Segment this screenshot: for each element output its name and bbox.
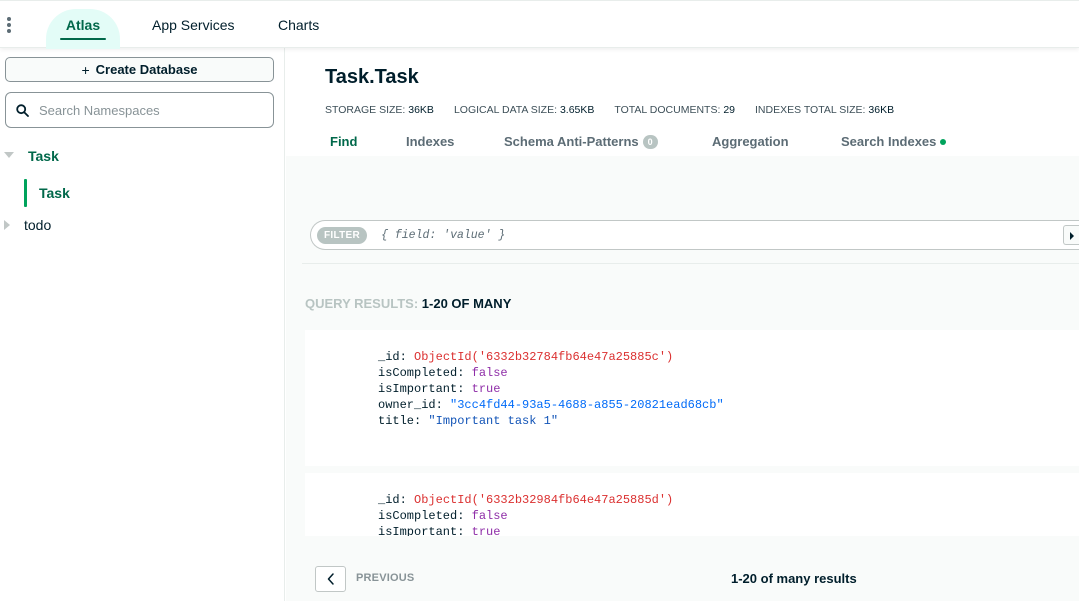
sidebar-collection-label: Task	[39, 185, 70, 201]
field-key: title:	[378, 414, 429, 428]
search-namespaces-input[interactable]	[39, 102, 259, 118]
field-key: _id:	[378, 350, 415, 364]
field-value: true	[471, 525, 501, 536]
field-value: ObjectId('6332b32784fb64e47a25885c')	[414, 350, 674, 364]
sidebar-db-label: Task	[28, 148, 59, 164]
stat-total-documents: TOTAL DOCUMENTS: 29	[614, 104, 735, 116]
filter-options-toggle[interactable]	[1063, 225, 1079, 245]
sidebar-db-task[interactable]: Task	[0, 142, 284, 170]
top-nav: Atlas App Services Charts	[0, 0, 1079, 49]
field-value: false	[471, 509, 508, 523]
stat-logical-size: LOGICAL DATA SIZE: 3.65KB	[454, 104, 594, 116]
main-content: Task.Task STORAGE SIZE: 36KB LOGICAL DAT…	[286, 48, 1079, 601]
tab-schema-label: Schema Anti-Patterns	[504, 134, 639, 149]
field-key: _id:	[378, 493, 415, 507]
document-card[interactable]: _id: ObjectId('6332b32784fb64e47a25885c'…	[305, 330, 1079, 466]
sidebar-collection-task[interactable]: Task	[0, 179, 284, 207]
tab-atlas-label: Atlas	[65, 16, 101, 33]
page-title: Task.Task	[325, 66, 419, 88]
field-value: false	[471, 366, 508, 380]
filter-bar[interactable]: FILTER	[310, 220, 1079, 250]
schema-count-badge: 0	[642, 134, 658, 149]
field-key: isImportant:	[378, 525, 472, 536]
sidebar: + Create Database Task Task todo	[0, 48, 285, 601]
previous-label[interactable]: PREVIOUS	[356, 572, 414, 584]
field-key: owner_id:	[378, 398, 451, 412]
query-results-count: 1-20 OF MANY	[421, 296, 512, 311]
stat-value: 3.65KB	[559, 104, 595, 116]
stat-value: 36KB	[408, 104, 434, 116]
active-tab-underline	[60, 38, 106, 40]
stat-label: INDEXES TOTAL SIZE:	[755, 104, 866, 116]
field-key: isImportant:	[378, 382, 472, 396]
field-key: isCompleted:	[378, 366, 472, 380]
collection-stats: STORAGE SIZE: 36KB LOGICAL DATA SIZE: 3.…	[325, 104, 914, 116]
pagination-summary: 1-20 of many results	[731, 571, 857, 586]
tab-find[interactable]: Find	[330, 134, 357, 149]
field-key: isCompleted:	[378, 509, 472, 523]
create-database-label: Create Database	[95, 62, 198, 77]
sidebar-db-label: todo	[24, 217, 52, 233]
tab-atlas[interactable]: Atlas	[46, 1, 120, 49]
document-list[interactable]: _id: ObjectId('6332b32784fb64e47a25885c'…	[305, 330, 1079, 536]
namespace-search[interactable]	[5, 92, 274, 128]
tab-indexes[interactable]: Indexes	[406, 134, 454, 149]
previous-page-button[interactable]	[315, 566, 346, 592]
plus-icon: +	[81, 61, 90, 78]
search-icon	[16, 103, 29, 117]
tab-app-services[interactable]: App Services	[152, 1, 234, 48]
filter-tag: FILTER	[317, 226, 368, 244]
chevron-left-icon	[327, 573, 334, 585]
sidebar-db-todo[interactable]: todo	[0, 211, 284, 239]
stat-indexes-size: INDEXES TOTAL SIZE: 36KB	[755, 104, 894, 116]
tab-aggregation[interactable]: Aggregation	[712, 134, 789, 149]
active-collection-indicator	[24, 179, 27, 207]
pagination-bar: PREVIOUS 1-20 of many results	[305, 558, 1079, 601]
create-database-button[interactable]: + Create Database	[5, 57, 274, 82]
field-value: true	[471, 382, 501, 396]
collection-tabs: Find Indexes Schema Anti-Patterns 0 Aggr…	[286, 128, 1079, 156]
stat-storage-size: STORAGE SIZE: 36KB	[325, 104, 434, 116]
tab-search-indexes[interactable]: Search Indexes	[841, 134, 947, 149]
document-card[interactable]: _id: ObjectId('6332b32984fb64e47a25885d'…	[305, 473, 1079, 536]
field-value: ObjectId('6332b32984fb64e47a25885d')	[414, 493, 674, 507]
status-dot-icon	[940, 138, 947, 145]
tab-schema-anti-patterns[interactable]: Schema Anti-Patterns 0	[504, 134, 658, 149]
query-results-header: QUERY RESULTS: 1-20 OF MANY	[305, 296, 511, 311]
caret-down-icon[interactable]	[4, 152, 14, 158]
caret-right-icon[interactable]	[4, 220, 10, 230]
divider	[302, 263, 1079, 264]
query-results-label: QUERY RESULTS:	[305, 296, 419, 311]
stat-value: 36KB	[868, 104, 895, 116]
field-value: "Important task 1"	[428, 414, 559, 428]
stat-value: 29	[723, 104, 735, 116]
filter-input[interactable]	[381, 228, 982, 242]
stat-label: STORAGE SIZE:	[325, 104, 406, 116]
field-value: "3cc4fd44-93a5-4688-a855-20821ead68cb"	[450, 398, 724, 412]
stat-label: TOTAL DOCUMENTS:	[614, 104, 721, 116]
tab-charts[interactable]: Charts	[278, 1, 319, 48]
tab-search-label: Search Indexes	[841, 134, 937, 149]
stat-label: LOGICAL DATA SIZE:	[453, 104, 558, 116]
more-options-icon[interactable]	[4, 15, 14, 35]
